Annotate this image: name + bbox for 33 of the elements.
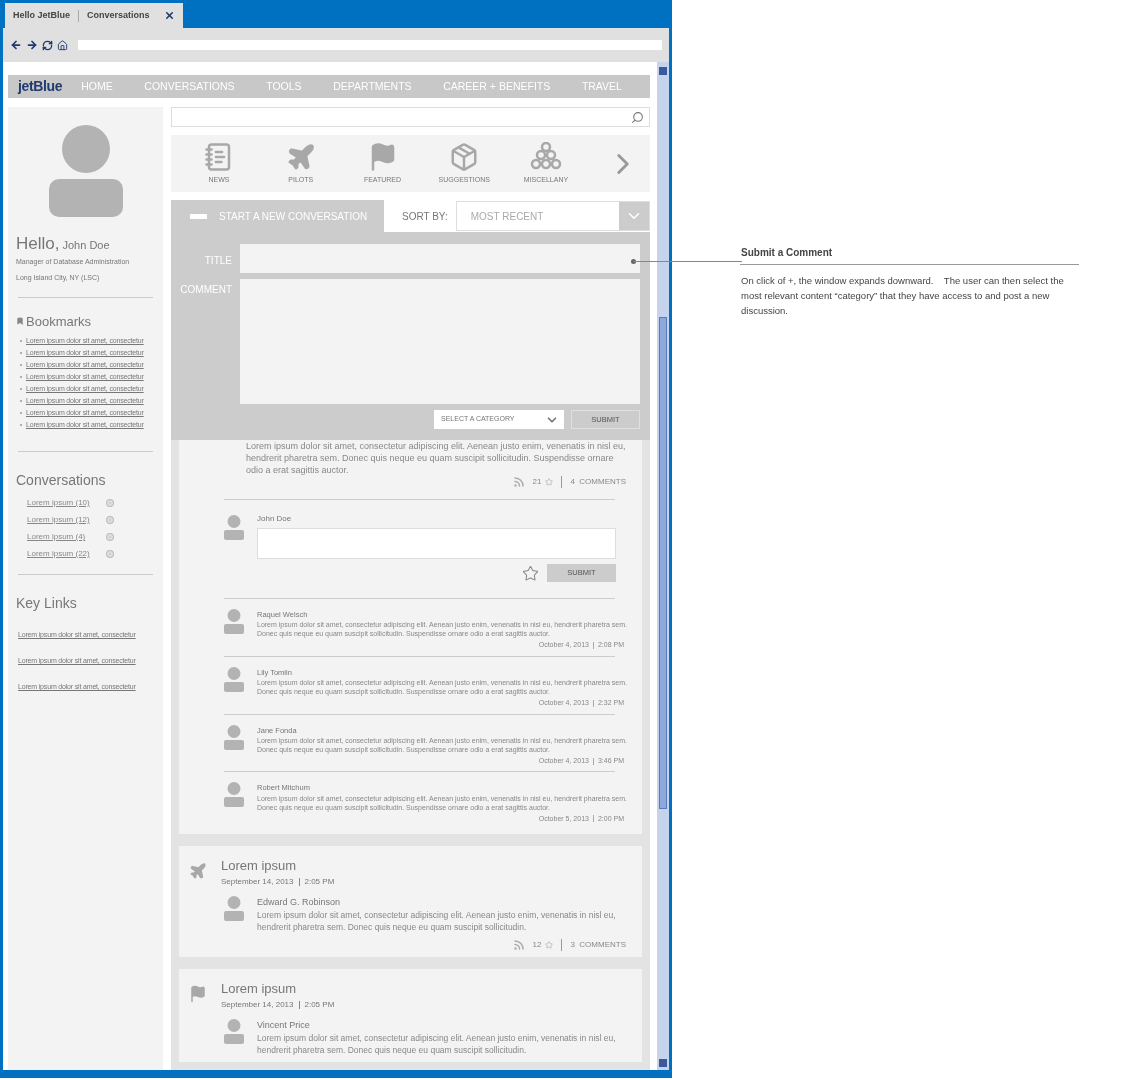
post-time: 2:05 PM xyxy=(304,998,335,1011)
author-name: Edward G. Robinson xyxy=(257,895,342,909)
section-heading: Conversations xyxy=(16,471,107,490)
browser-tab[interactable]: Hello JetBlue Conversations xyxy=(5,3,183,28)
author-name: John Doe xyxy=(257,513,293,525)
author-name: Vincent Price xyxy=(257,1018,311,1032)
comments-link[interactable]: 3 COMMENTS xyxy=(570,939,626,951)
conversation-link[interactable]: Lorem ipsum (4) xyxy=(27,531,107,543)
jetblue-logo[interactable]: jetBlue xyxy=(18,76,63,97)
post-time: 2:05 PM xyxy=(304,875,335,888)
sort-label: SORT BY: xyxy=(402,209,448,224)
rating-count: 12 xyxy=(532,939,542,951)
tab-title: Hello JetBlue xyxy=(13,8,70,22)
annotation-title: Submit a Comment xyxy=(741,246,834,260)
post-text: Lorem ipsum dolor sit amet, consectetur adipiscing elit. Aenean justo enim, venenatis in nisl eu, hendrerit pharetra sem. Donec quis neque eu quam suscipit sollicitudin. xyxy=(257,909,617,933)
post-title: Lorem ipsum xyxy=(221,857,298,875)
conversation-link[interactable]: Lorem ipsum (12) xyxy=(27,514,107,526)
conversation-link[interactable]: Lorem ipsum (10) xyxy=(27,497,107,509)
rating-count: 21 xyxy=(532,476,542,488)
conversation-link[interactable]: Lorem ipsum (22) xyxy=(27,548,107,560)
sort-dropdown[interactable]: MOST RECENT xyxy=(455,201,650,231)
annotation-text: On click of +, the window expands downward. The user can then select the most relevant content “category” that they have access to and post a new discussion. xyxy=(741,274,1065,318)
post-text: Lorem ipsum dolor sit amet, consectetur adipiscing elit. Aenean justo enim, venenatis in nisl eu, hendrerit pharetra sem. Donec quis neque eu quam suscipit sollicitudin. xyxy=(257,1032,617,1056)
post-title: Lorem ipsum xyxy=(221,980,298,998)
comments-link[interactable]: 4 COMMENTS xyxy=(570,476,626,488)
user-name: John Doe xyxy=(62,238,110,253)
section-heading: Bookmarks xyxy=(26,312,92,331)
post-date: September 14, 2013 xyxy=(221,875,294,888)
tab-subtitle: Conversations xyxy=(87,8,150,22)
post-date: September 14, 2013 xyxy=(221,998,294,1011)
post-text: Lorem ipsum dolor sit amet, consectetur adipiscing elit. Aenean justo enim, venenatis in nisl eu, hendrerit pharetra sem. Donec quis neque eu quam suscipit sollicitudin. Suspendisse ornare odio a erat sagittis auctor. xyxy=(245,440,627,476)
section-heading: Key Links xyxy=(16,594,78,613)
greeting-text: Hello, xyxy=(16,233,60,255)
